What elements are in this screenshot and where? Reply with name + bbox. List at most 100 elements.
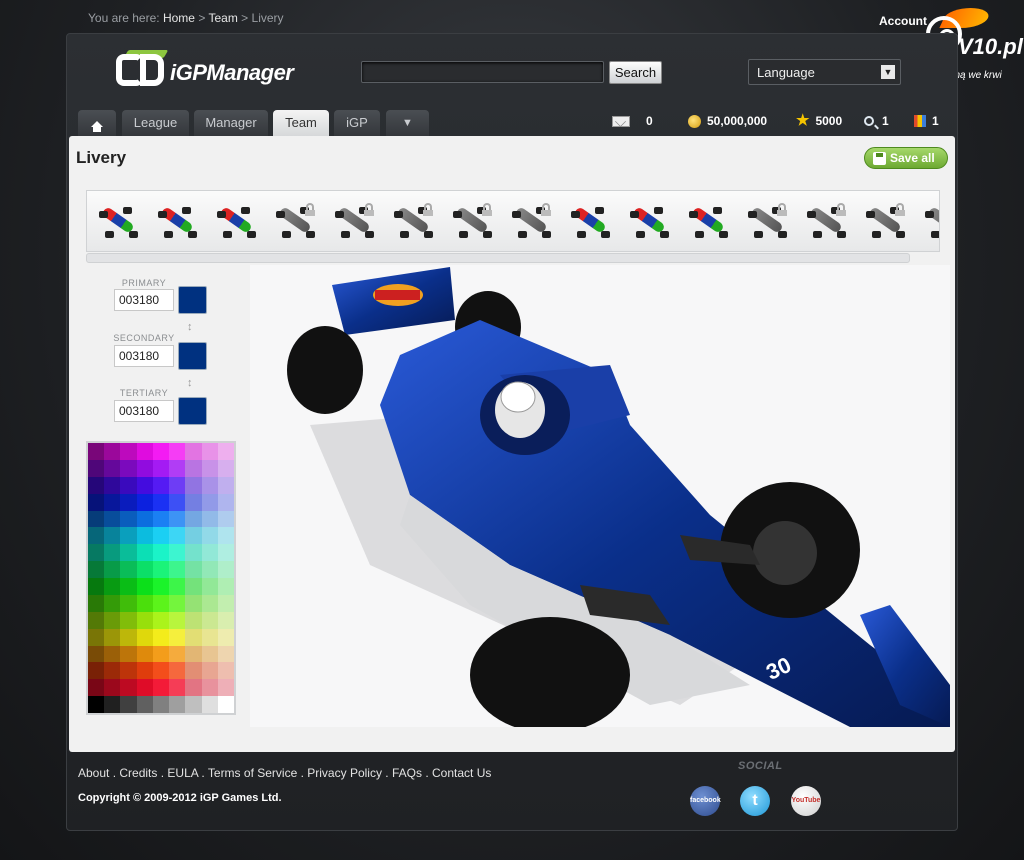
palette-swatch[interactable] (104, 611, 121, 629)
palette-swatch[interactable] (169, 645, 186, 663)
palette-swatch[interactable] (185, 679, 202, 697)
palette-swatch[interactable] (136, 628, 153, 646)
livery-thumbnail[interactable] (449, 203, 493, 243)
brand-logo[interactable]: iGPManager (116, 50, 296, 94)
palette-swatch[interactable] (217, 679, 234, 697)
palette-swatch[interactable] (152, 611, 170, 629)
palette-swatch[interactable] (152, 679, 170, 697)
footer-link[interactable]: Privacy Policy (307, 766, 382, 780)
palette-swatch[interactable] (136, 476, 153, 494)
palette-swatch[interactable] (169, 527, 186, 545)
search-button[interactable]: Search (609, 61, 662, 84)
palette-swatch[interactable] (136, 561, 153, 578)
swap-secondary-tertiary-icon[interactable]: ↕ (187, 377, 193, 389)
palette-swatch[interactable] (88, 645, 105, 663)
reports-stat[interactable]: 1 (914, 114, 939, 128)
youtube-icon[interactable]: YouTube (791, 786, 821, 816)
footer-link[interactable]: FAQs (392, 766, 422, 780)
palette-swatch[interactable] (88, 443, 105, 460)
palette-swatch[interactable] (136, 594, 153, 612)
palette-swatch[interactable] (104, 476, 121, 494)
palette-swatch[interactable] (185, 611, 202, 629)
palette-swatch[interactable] (185, 594, 202, 612)
palette-swatch[interactable] (185, 493, 202, 511)
palette-swatch[interactable] (201, 510, 218, 528)
secondary-color-swatch[interactable] (178, 342, 207, 370)
palette-swatch[interactable] (152, 493, 170, 511)
palette-swatch[interactable] (185, 578, 202, 595)
palette-swatch[interactable] (201, 645, 218, 663)
palette-swatch[interactable] (152, 510, 170, 528)
palette-swatch[interactable] (152, 527, 170, 545)
breadcrumb-home[interactable]: Home (163, 11, 195, 25)
palette-swatch[interactable] (217, 662, 234, 680)
palette-swatch[interactable] (169, 476, 186, 494)
palette-swatch[interactable] (120, 578, 137, 595)
palette-swatch[interactable] (201, 527, 218, 545)
palette-swatch[interactable] (120, 645, 137, 663)
palette-swatch[interactable] (217, 510, 234, 528)
palette-swatch[interactable] (104, 645, 121, 663)
palette-swatch[interactable] (104, 544, 121, 562)
palette-swatch[interactable] (88, 696, 105, 713)
palette-swatch[interactable] (169, 679, 186, 697)
palette-swatch[interactable] (217, 611, 234, 629)
palette-swatch[interactable] (136, 578, 153, 595)
livery-thumbnail[interactable] (626, 203, 670, 243)
palette-swatch[interactable] (120, 493, 137, 511)
palette-swatch[interactable] (201, 561, 218, 578)
car-3d-viewer[interactable]: 30 (250, 265, 950, 727)
palette-swatch[interactable] (169, 628, 186, 646)
palette-swatch[interactable] (217, 628, 234, 646)
palette-swatch[interactable] (169, 544, 186, 562)
search-input[interactable] (361, 61, 604, 83)
livery-thumbnail[interactable] (862, 203, 906, 243)
palette-swatch[interactable] (152, 645, 170, 663)
palette-swatch[interactable] (185, 476, 202, 494)
livery-thumbnail[interactable] (921, 203, 939, 243)
tab-more[interactable]: ▼ (386, 110, 429, 136)
palette-swatch[interactable] (201, 696, 218, 713)
palette-swatch[interactable] (169, 443, 186, 460)
palette-swatch[interactable] (217, 443, 234, 460)
palette-swatch[interactable] (169, 493, 186, 511)
palette-swatch[interactable] (201, 611, 218, 629)
palette-swatch[interactable] (185, 696, 202, 713)
palette-swatch[interactable] (201, 628, 218, 646)
palette-swatch[interactable] (169, 611, 186, 629)
language-select[interactable]: Language ▼ (748, 59, 901, 85)
palette-swatch[interactable] (152, 544, 170, 562)
palette-swatch[interactable] (217, 561, 234, 578)
livery-thumbnail[interactable] (744, 203, 788, 243)
palette-swatch[interactable] (120, 628, 137, 646)
tab-league[interactable]: League (122, 110, 189, 136)
palette-swatch[interactable] (152, 476, 170, 494)
palette-swatch[interactable] (217, 594, 234, 612)
palette-swatch[interactable] (169, 594, 186, 612)
livery-thumbnail[interactable] (390, 203, 434, 243)
palette-swatch[interactable] (104, 510, 121, 528)
palette-swatch[interactable] (169, 561, 186, 578)
palette-swatch[interactable] (104, 493, 121, 511)
color-palette[interactable] (86, 441, 236, 715)
breadcrumb-team[interactable]: Team (208, 11, 237, 25)
palette-swatch[interactable] (88, 679, 105, 697)
palette-swatch[interactable] (169, 662, 186, 680)
palette-swatch[interactable] (201, 544, 218, 562)
livery-thumbnail[interactable] (95, 203, 139, 243)
palette-swatch[interactable] (136, 645, 153, 663)
palette-swatch[interactable] (88, 459, 105, 477)
palette-swatch[interactable] (152, 561, 170, 578)
palette-swatch[interactable] (88, 544, 105, 562)
scouts-stat[interactable]: 1 (864, 114, 889, 128)
palette-swatch[interactable] (217, 527, 234, 545)
palette-swatch[interactable] (136, 696, 153, 713)
palette-swatch[interactable] (136, 493, 153, 511)
palette-swatch[interactable] (120, 662, 137, 680)
palette-swatch[interactable] (217, 493, 234, 511)
twitter-icon[interactable]: t (740, 786, 770, 816)
palette-swatch[interactable] (104, 662, 121, 680)
palette-swatch[interactable] (88, 561, 105, 578)
palette-swatch[interactable] (201, 662, 218, 680)
palette-swatch[interactable] (120, 476, 137, 494)
